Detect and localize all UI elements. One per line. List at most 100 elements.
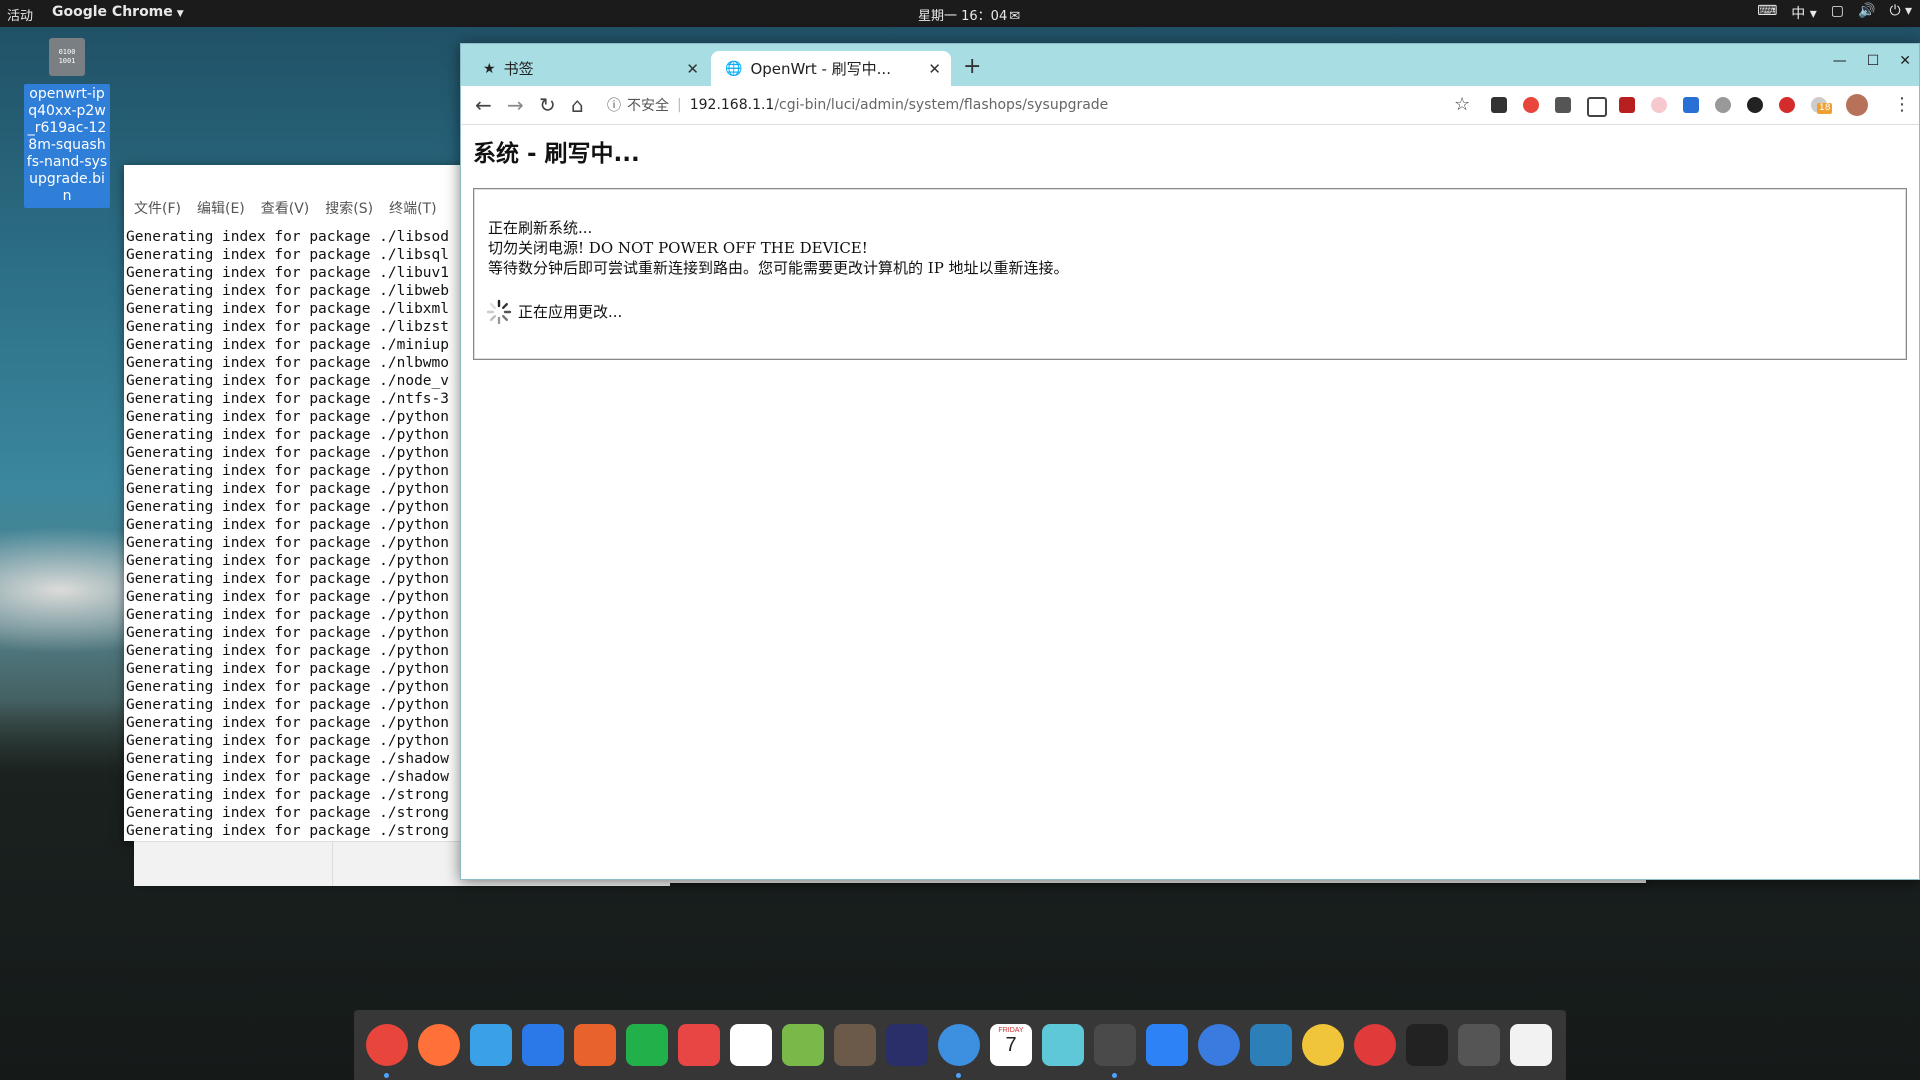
extension-icon[interactable]: 18 bbox=[1811, 97, 1833, 114]
trash-icon[interactable] bbox=[1510, 1024, 1552, 1066]
dock: FRIDAY 7 bbox=[354, 1010, 1566, 1080]
network-tool-icon[interactable] bbox=[730, 1024, 772, 1066]
toggle-icon[interactable] bbox=[1198, 1024, 1240, 1066]
downloader-icon[interactable] bbox=[678, 1024, 720, 1066]
maximize-button[interactable]: ☐ bbox=[1867, 53, 1880, 69]
files-icon[interactable] bbox=[938, 1024, 980, 1066]
extension-icon[interactable] bbox=[1683, 97, 1699, 113]
terminal-menubar: 文件(F) 编辑(E) 查看(V) 搜索(S) 终端(T) bbox=[124, 198, 437, 218]
night-sky-icon[interactable] bbox=[886, 1024, 928, 1066]
browser-toolbar: ← → ↻ ⌂ ⓘ 不安全 | 192.168.1.1/cgi-bin/luci… bbox=[461, 86, 1919, 125]
wps-writer-icon[interactable] bbox=[522, 1024, 564, 1066]
netease-music-icon[interactable] bbox=[1354, 1024, 1396, 1066]
applying-changes-status: 正在应用更改... bbox=[518, 303, 623, 321]
tab-openwrt[interactable]: 🌐 OpenWrt - 刷写中... ✕ bbox=[711, 51, 951, 86]
input-method-indicator[interactable]: 中 ▾ bbox=[1791, 3, 1816, 23]
android-studio-icon[interactable] bbox=[782, 1024, 824, 1066]
wps-spreadsheet-icon[interactable] bbox=[626, 1024, 668, 1066]
tab-strip: ★ 书签 ✕ 🌐 OpenWrt - 刷写中... ✕ + — ☐ ✕ bbox=[461, 44, 1919, 86]
calendar-weekday: FRIDAY bbox=[998, 1027, 1024, 1034]
binary-file-icon: 0100 1001 bbox=[49, 38, 85, 76]
app-menu-label: Google Chrome bbox=[52, 4, 173, 20]
mail-icon: ✉ bbox=[1009, 9, 1021, 24]
activities-button[interactable]: 活动 bbox=[7, 5, 33, 24]
tab-label: 书签 bbox=[503, 60, 534, 78]
gimp-icon[interactable] bbox=[834, 1024, 876, 1066]
screenshot-icon[interactable] bbox=[1458, 1024, 1500, 1066]
app-store-icon[interactable] bbox=[1146, 1024, 1188, 1066]
home-button[interactable]: ⌂ bbox=[571, 93, 584, 117]
desktop-file-label: openwrt-ipq40xx-p2w_r619ac-128m-squashfs… bbox=[24, 84, 110, 208]
image-viewer-icon[interactable] bbox=[470, 1024, 512, 1066]
flashing-message: 正在刷新系统... bbox=[488, 219, 593, 237]
video-editor-icon[interactable] bbox=[1042, 1024, 1084, 1066]
terminal-icon[interactable] bbox=[1094, 1024, 1136, 1066]
rhythmbox-icon[interactable] bbox=[1302, 1024, 1344, 1066]
reconnect-hint: 等待数分钟后即可尝试重新连接到路由。您可能需要更改计算机的 IP 地址以重新连接… bbox=[488, 259, 1069, 277]
chrome-icon[interactable] bbox=[366, 1024, 408, 1066]
terminal-menu-item[interactable]: 搜索(S) bbox=[325, 198, 373, 218]
forward-button[interactable]: → bbox=[507, 93, 524, 117]
system-tray: ⌨ 中 ▾ ▢ 🔊 ⏻ ▾ bbox=[1757, 3, 1912, 23]
firefox-icon[interactable] bbox=[418, 1024, 460, 1066]
keyboard-icon[interactable]: ⌨ bbox=[1757, 3, 1777, 23]
flash-status-box: 正在刷新系统... 切勿关闭电源! DO NOT POWER OFF THE D… bbox=[473, 188, 1907, 360]
terminal-menu-item[interactable]: 文件(F) bbox=[134, 198, 181, 218]
terminal-menu-item[interactable]: 终端(T) bbox=[389, 198, 436, 218]
star-icon: ★ bbox=[483, 60, 496, 77]
menu-icon[interactable]: ⋮ bbox=[1893, 94, 1911, 115]
calendar-icon[interactable]: FRIDAY 7 bbox=[990, 1024, 1032, 1066]
volume-icon[interactable]: 🔊 bbox=[1858, 3, 1875, 23]
globe-icon: 🌐 bbox=[725, 60, 743, 77]
avatar[interactable] bbox=[1846, 94, 1868, 116]
loading-spinner-icon bbox=[486, 299, 512, 325]
clock-label: 星期一 16：04 bbox=[918, 9, 1008, 24]
page-content: 系统 - 刷写中... 正在刷新系统... 切勿关闭电源! DO NOT POW… bbox=[461, 124, 1919, 879]
extension-icon[interactable] bbox=[1555, 97, 1571, 113]
extension-icon[interactable] bbox=[1523, 97, 1539, 113]
system-monitor-icon[interactable] bbox=[1406, 1024, 1448, 1066]
close-icon[interactable]: ✕ bbox=[686, 60, 699, 78]
url-path: /cgi-bin/luci/admin/system/flashops/sysu… bbox=[774, 97, 1109, 113]
url-host: 192.168.1.1 bbox=[689, 97, 775, 113]
wps-presentation-icon[interactable] bbox=[574, 1024, 616, 1066]
back-button[interactable]: ← bbox=[475, 93, 492, 117]
extension-icon[interactable] bbox=[1651, 97, 1667, 113]
reload-button[interactable]: ↻ bbox=[539, 93, 556, 117]
extension-icon[interactable] bbox=[1491, 97, 1507, 113]
running-indicator bbox=[1112, 1073, 1117, 1078]
address-bar[interactable]: ⓘ 不安全 | 192.168.1.1/cgi-bin/luci/admin/s… bbox=[607, 91, 1427, 119]
bookmark-star-icon[interactable]: ☆ bbox=[1454, 94, 1470, 115]
terminal-menu-item[interactable]: 查看(V) bbox=[261, 198, 310, 218]
extension-icon[interactable] bbox=[1715, 97, 1731, 113]
cloud-download-icon[interactable] bbox=[1587, 97, 1607, 117]
calendar-date: 7 bbox=[1005, 1034, 1017, 1056]
terminal-menu-item[interactable]: 编辑(E) bbox=[197, 198, 245, 218]
minimize-button[interactable]: — bbox=[1833, 53, 1847, 69]
desktop-file[interactable]: 0100 1001 openwrt-ipq40xx-p2w_r619ac-128… bbox=[24, 38, 110, 208]
power-icon[interactable]: ⏻ ▾ bbox=[1889, 3, 1912, 23]
address-separator: | bbox=[677, 97, 682, 113]
tab-bookmarks[interactable]: ★ 书签 ✕ bbox=[469, 51, 709, 86]
running-indicator bbox=[956, 1073, 961, 1078]
footer-divider bbox=[332, 842, 333, 886]
extension-icon[interactable] bbox=[1747, 97, 1763, 113]
tab-label: OpenWrt - 刷写中... bbox=[750, 60, 891, 78]
clock[interactable]: 星期一 16：04 ✉ bbox=[918, 5, 1020, 24]
window-icon[interactable]: ▢ bbox=[1831, 3, 1844, 23]
binary-glyph: 0100 1001 bbox=[58, 48, 76, 65]
chrome-window: ★ 书签 ✕ 🌐 OpenWrt - 刷写中... ✕ + — ☐ ✕ ← → … bbox=[460, 43, 1920, 880]
chevron-down-icon: ▼ bbox=[176, 9, 184, 19]
new-tab-button[interactable]: + bbox=[963, 54, 981, 79]
extension-badge: 18 bbox=[1817, 103, 1833, 114]
close-icon[interactable]: ✕ bbox=[928, 60, 941, 78]
page-title: 系统 - 刷写中... bbox=[473, 141, 640, 167]
adblock-icon[interactable] bbox=[1779, 97, 1795, 113]
window-controls: — ☐ ✕ bbox=[1833, 53, 1911, 69]
settings-icon[interactable] bbox=[1250, 1024, 1292, 1066]
running-indicator bbox=[384, 1073, 389, 1078]
close-window-button[interactable]: ✕ bbox=[1899, 53, 1911, 69]
info-icon[interactable]: ⓘ bbox=[607, 95, 621, 115]
pdf-icon[interactable] bbox=[1619, 97, 1635, 113]
app-menu[interactable]: Google Chrome ▼ bbox=[52, 4, 184, 20]
